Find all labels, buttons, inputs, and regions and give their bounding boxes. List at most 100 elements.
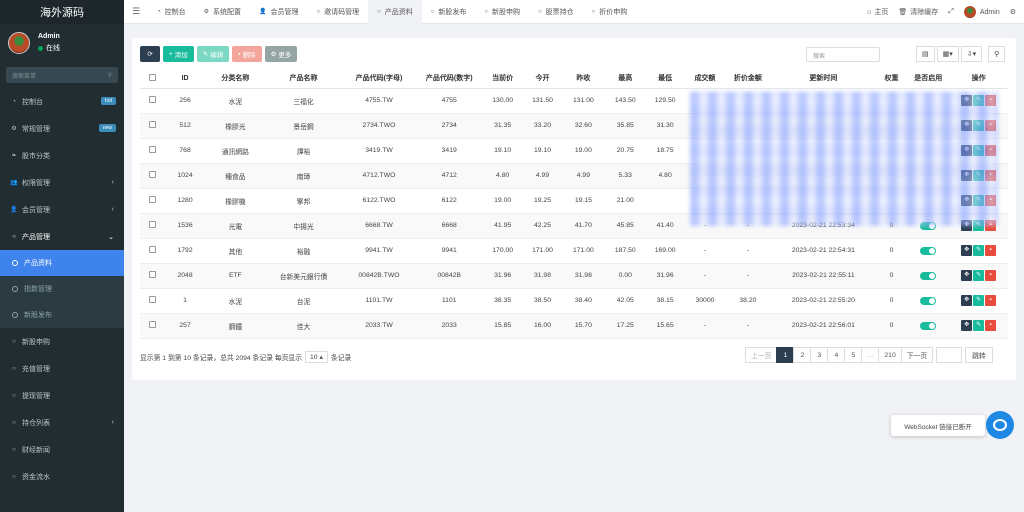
sidebar-item[interactable]: ○ 提现管理 (0, 382, 124, 409)
enabled-toggle[interactable] (920, 271, 937, 280)
page-button[interactable]: 2 (793, 347, 812, 363)
page-size-select[interactable]: 10 ▴ (305, 351, 328, 363)
home-link[interactable]: ⌂ 主页 (867, 7, 888, 17)
sidebar-item[interactable]: ○ 财经新闻 (0, 436, 124, 463)
drag-move-icon[interactable]: ✥ (961, 295, 973, 306)
jump-page-input[interactable] (936, 347, 963, 363)
table-cell: 257 (165, 313, 205, 339)
table-cell: 15.85 (481, 313, 524, 339)
fullscreen-icon[interactable]: ⤢ (948, 8, 954, 16)
sidebar-item[interactable]: 👤 会员管理 ‹ (0, 196, 124, 223)
nav-tab[interactable]: ◔ 控制台 (148, 0, 195, 24)
sidebar-subitem[interactable]: 产品资料 (0, 250, 124, 276)
sidebar-item[interactable]: ❧ 股市分类 (0, 142, 124, 169)
settings-gear-icon[interactable]: ⚙ (1010, 8, 1016, 16)
nav-tab[interactable]: ○ 新股发布 (422, 0, 476, 24)
top-navbar: ☰ ◔ 控制台 ⚙ 系统配置 👤 会员管理 ○ 邀请码管理 ○ 产品资料 ○ 新股发布 ○ 新股申购 ○ 股票… (124, 0, 1024, 24)
enabled-toggle[interactable] (920, 246, 937, 255)
nav-tab[interactable]: ○ 新股申购 (475, 0, 529, 24)
nav-tab[interactable]: ⚙ 系统配置 (195, 0, 250, 24)
row-checkbox[interactable] (149, 271, 157, 278)
select-all-checkbox[interactable] (149, 73, 157, 81)
row-checkbox[interactable] (149, 221, 157, 228)
edit-row-icon[interactable]: ✎ (973, 295, 985, 306)
admin-label: Admin (979, 8, 1000, 16)
column-header: 成交额 (685, 69, 725, 89)
table-cell: 通訊網路 (204, 138, 266, 164)
row-checkbox[interactable] (149, 296, 157, 303)
sidebar-item[interactable]: ⚙ 常规管理 new (0, 115, 124, 142)
row-select-cell (140, 163, 166, 189)
cogs-icon: ⚙ (11, 126, 17, 132)
drag-move-icon[interactable]: ✥ (961, 270, 973, 281)
edit-row-icon[interactable]: ✎ (973, 245, 985, 256)
brand-logo[interactable]: 海外源码 (0, 0, 124, 24)
nav-tab[interactable]: ○ 股票持仓 (529, 0, 583, 24)
nav-tab[interactable]: ○ 产品资料 (368, 0, 422, 24)
sidebar-subitem[interactable]: 新股发布 (0, 302, 124, 328)
prev-page-button[interactable]: 上一页 (745, 347, 778, 363)
delete-row-icon[interactable]: ▪ (985, 270, 997, 281)
row-checkbox[interactable] (149, 146, 157, 153)
row-checkbox[interactable] (149, 121, 157, 128)
jump-button[interactable]: 跳转 (965, 347, 993, 363)
delete-button[interactable]: ▪ 删除 (232, 46, 262, 62)
enabled-toggle[interactable] (920, 296, 937, 305)
sidebar-item[interactable]: ○ 产品管理 ⌄ (0, 223, 124, 250)
sidebar-item[interactable]: ○ 持仓列表 ‹ (0, 409, 124, 436)
next-page-button[interactable]: 下一页 (900, 347, 934, 363)
page-button[interactable]: 5 (844, 347, 863, 363)
sidebar-subitem-label: 新股发布 (24, 312, 52, 319)
row-checkbox[interactable] (149, 96, 157, 103)
menu-search-input[interactable]: 搜索菜单 ⚲ (6, 67, 118, 83)
home-label: 主页 (874, 9, 889, 16)
sidebar-item[interactable]: ○ 充值管理 (0, 355, 124, 382)
add-button[interactable]: + 添加 (163, 46, 194, 62)
page-button[interactable]: 210 (878, 347, 902, 363)
nav-tab[interactable]: 👤 会员管理 (250, 0, 307, 24)
more-button[interactable]: ⚙ 更多 (264, 46, 298, 62)
page-button[interactable]: 4 (827, 347, 846, 363)
advanced-search-icon[interactable]: ⚲ (988, 46, 1006, 62)
table-cell: 19.00 (481, 188, 524, 214)
export-dropdown-icon[interactable]: ⇩▾ (960, 46, 983, 62)
delete-row-icon[interactable]: ▪ (985, 320, 997, 331)
chat-icon[interactable] (986, 411, 1014, 439)
sidebar-subitem[interactable]: 指数管理 (0, 276, 124, 302)
refresh-button[interactable]: ⟳ (140, 46, 160, 62)
clear-cache-button[interactable]: 🗑 清除缓存 (898, 7, 938, 17)
table-search-input[interactable]: 搜索 (806, 47, 880, 62)
sidebar-item-label: 常规管理 (22, 125, 50, 133)
table-cell: 1101 (416, 288, 482, 314)
table-cell: 2734 (416, 113, 482, 139)
nav-tab[interactable]: ○ 折价申购 (583, 0, 637, 24)
sidebar-item[interactable]: 👥 权限管理 ‹ (0, 169, 124, 196)
row-checkbox[interactable] (149, 196, 157, 203)
nav-tab[interactable]: ○ 邀请码管理 (308, 0, 369, 24)
row-checkbox[interactable] (149, 171, 157, 178)
row-checkbox[interactable] (149, 246, 157, 253)
table-cell: 19.10 (481, 138, 524, 164)
delete-row-icon[interactable]: ▪ (985, 295, 997, 306)
sidebar-item[interactable]: ○ 新股申购 (0, 328, 124, 355)
edit-row-icon[interactable]: ✎ (973, 320, 985, 331)
row-checkbox[interactable] (149, 321, 157, 328)
delete-row-icon[interactable]: ▪ (985, 245, 997, 256)
edit-button[interactable]: ✎ 编辑 (196, 46, 230, 62)
page-button[interactable]: 1 (776, 347, 795, 363)
menu-toggle-icon[interactable]: ☰ (124, 6, 148, 17)
table-cell: 裕融 (265, 238, 342, 264)
table-cell: 15.65 (645, 313, 686, 339)
drag-move-icon[interactable]: ✥ (961, 245, 973, 256)
admin-menu[interactable]: Admin (963, 6, 1000, 18)
enabled-toggle[interactable] (920, 321, 937, 330)
columns-dropdown-icon[interactable]: ▦▾ (936, 46, 959, 62)
sidebar-item[interactable]: ○ 资金流水 (0, 463, 124, 490)
drag-move-icon[interactable]: ✥ (961, 320, 973, 331)
toggle-view-icon[interactable]: ▤ (916, 46, 935, 62)
page-button[interactable]: 3 (810, 347, 829, 363)
table-cell: 1 (165, 288, 205, 314)
table-cell: 4.80 (645, 163, 686, 189)
edit-row-icon[interactable]: ✎ (973, 270, 985, 281)
sidebar-item[interactable]: ◔ 控制台 hot (0, 88, 124, 115)
